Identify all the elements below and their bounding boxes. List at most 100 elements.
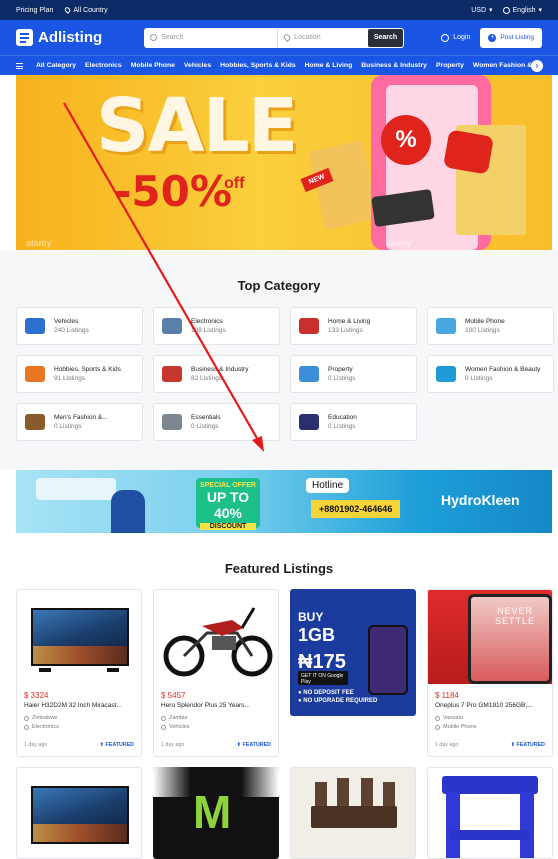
currency-selector[interactable]: USD ▾: [471, 6, 493, 15]
featured-badge: ⬆ FEATURED: [236, 742, 271, 748]
nav-home-living[interactable]: Home & Living: [305, 62, 353, 69]
listing-title[interactable]: Hero Splendor Plus 25 Years...: [161, 702, 271, 709]
category-card[interactable]: Electronics 108 Listings: [153, 307, 280, 345]
listing-image: [154, 590, 278, 684]
hotline-label: Hotline: [306, 478, 350, 493]
listing-title[interactable]: Haier H32D2M 32 Inch Miracast...: [24, 702, 134, 709]
search-icon: [150, 34, 158, 41]
nav-business-industry[interactable]: Business & Industry: [361, 62, 427, 69]
category-card[interactable]: Men's Fashion &... 0 Listings: [16, 403, 143, 441]
listing-card[interactable]: $ 3324 Haier H32D2M 32 Inch Miracast... …: [16, 589, 142, 757]
category-icon: [436, 318, 456, 334]
listing-price: $ 1184: [435, 691, 459, 700]
dining-set-image: [291, 768, 415, 858]
phone-image: [368, 625, 408, 695]
category-card[interactable]: Women Fashion & Beauty 0 Listings: [427, 355, 554, 393]
currency-label: USD: [471, 6, 486, 14]
category-card[interactable]: Mobile Phone 100 Listings: [427, 307, 554, 345]
listing-card[interactable]: BUY 1GB ₦175 GET IT ON Google Play ● NO …: [290, 589, 416, 716]
listing-location: Zimbabwe: [24, 715, 134, 721]
promo-banner[interactable]: SPECIAL OFFER UP TO 40% DISCOUNT Hotline…: [16, 470, 552, 533]
location-input[interactable]: Location: [278, 28, 366, 48]
stand-leg: [520, 792, 534, 858]
category-icon: [25, 414, 45, 430]
listing-age: 1 day ago: [161, 742, 185, 748]
login-label: Login: [453, 34, 471, 41]
category-text: Education 0 Listings: [328, 414, 357, 430]
listing-card[interactable]: M: [153, 767, 279, 859]
category-name: Electronics: [191, 318, 223, 325]
category-icon: [299, 414, 319, 430]
category-count: 100 Listings: [465, 327, 500, 334]
category-icon: [161, 724, 166, 730]
category-name: Vehicles: [54, 318, 79, 325]
discount-badge: SPECIAL OFFER UP TO 40% DISCOUNT: [196, 478, 260, 530]
language-selector[interactable]: English ▾: [502, 6, 542, 14]
category-name: Men's Fashion &...: [54, 414, 108, 421]
category-card[interactable]: Property 0 Listings: [290, 355, 417, 393]
screen-text: NEVER SETTLE: [494, 606, 535, 626]
motorcycle-image: [163, 607, 273, 677]
category-count: 0 Listings: [328, 423, 356, 430]
technician-image: [111, 490, 145, 533]
top-bar: Pricing Plan All Country USD ▾ English ▾: [0, 0, 558, 20]
listing-location: Vanuatu: [435, 715, 545, 721]
category-text: Electronics: [32, 724, 59, 730]
chevron-down-icon: ▾: [489, 7, 493, 14]
nav-next-arrow-icon[interactable]: ›: [531, 60, 543, 72]
category-count: 82 Listings: [191, 375, 223, 382]
nav-vehicles[interactable]: Vehicles: [184, 62, 211, 69]
listing-footer: 1 day ago ⬆ FEATURED: [161, 742, 271, 748]
category-card[interactable]: Essentials 0 Listings: [153, 403, 280, 441]
category-text: Business & Industry 82 Listings: [191, 366, 248, 382]
plastic-stand-image: [428, 768, 552, 858]
up-to-label: UP TO 40%: [206, 489, 250, 521]
monster-logo-icon: M: [193, 786, 232, 838]
search-button[interactable]: Search: [367, 28, 404, 47]
listing-card[interactable]: [16, 767, 142, 859]
featured-badge: ⬆ FEATURED: [99, 742, 134, 748]
listing-image: [17, 768, 141, 858]
nav-mobile-phone[interactable]: Mobile Phone: [131, 62, 175, 69]
logo-icon: [16, 29, 33, 46]
nav-electronics[interactable]: Electronics: [85, 62, 122, 69]
stand-shelf: [450, 830, 530, 840]
category-card[interactable]: Home & Living 133 Listings: [290, 307, 417, 345]
category-text: Women Fashion & Beauty 0 Listings: [465, 366, 540, 382]
listing-title[interactable]: Oneplus 7 Pro GM1910 256GB,...: [435, 702, 545, 709]
nav-all-category[interactable]: All Category: [16, 62, 76, 69]
wallet-icon: [443, 129, 494, 175]
listing-card[interactable]: [290, 767, 416, 859]
category-count: 0 Listings: [54, 423, 82, 430]
promo-terms: ● NO DEPOSIT FEE ● NO UPGRADE REQUIRED: [298, 689, 377, 705]
badge-text: FEATURED: [242, 742, 271, 748]
nav-hobbies[interactable]: Hobbies, Sports & Kids: [220, 62, 296, 69]
nav-property[interactable]: Property: [436, 62, 464, 69]
category-card[interactable]: Hobbies, Sports & Kids 91 Listings: [16, 355, 143, 393]
hero-banner[interactable]: % NEW SALE -50% off alamy alamy: [16, 75, 552, 250]
listing-age: 1 day ago: [435, 742, 459, 748]
globe-icon: [502, 6, 510, 14]
listing-price: $ 5457: [161, 691, 186, 700]
hero-headline: SALE: [96, 83, 298, 169]
location-text: Zimbabwe: [32, 715, 58, 721]
promo-image: BUY 1GB ₦175 GET IT ON Google Play ● NO …: [290, 589, 416, 716]
post-listing-button[interactable]: + Post Listing: [480, 27, 542, 48]
listing-card[interactable]: $ 5457 Hero Splendor Plus 25 Years... Za…: [153, 589, 279, 757]
location-placeholder: Location: [294, 34, 321, 41]
category-card[interactable]: Education 0 Listings: [290, 403, 417, 441]
nav-women-fashion[interactable]: Women Fashion & B: [473, 62, 539, 69]
promo-buy: BUY: [298, 610, 324, 624]
category-count: 133 Listings: [328, 327, 363, 334]
logo[interactable]: Adlisting: [16, 29, 102, 46]
category-card[interactable]: Vehicles 240 Listings: [16, 307, 143, 345]
login-link[interactable]: Login: [441, 33, 471, 42]
listing-card[interactable]: NEVER SETTLE $ 1184 Oneplus 7 Pro GM1910…: [427, 589, 553, 757]
location-selector[interactable]: All Country: [63, 6, 108, 14]
category-card[interactable]: Business & Industry 82 Listings: [153, 355, 280, 393]
listing-card[interactable]: [427, 767, 553, 859]
watermark: alamy: [386, 238, 412, 248]
language-label: English: [512, 6, 536, 14]
pricing-plan-link[interactable]: Pricing Plan: [16, 7, 53, 14]
search-input[interactable]: Search: [144, 27, 279, 48]
